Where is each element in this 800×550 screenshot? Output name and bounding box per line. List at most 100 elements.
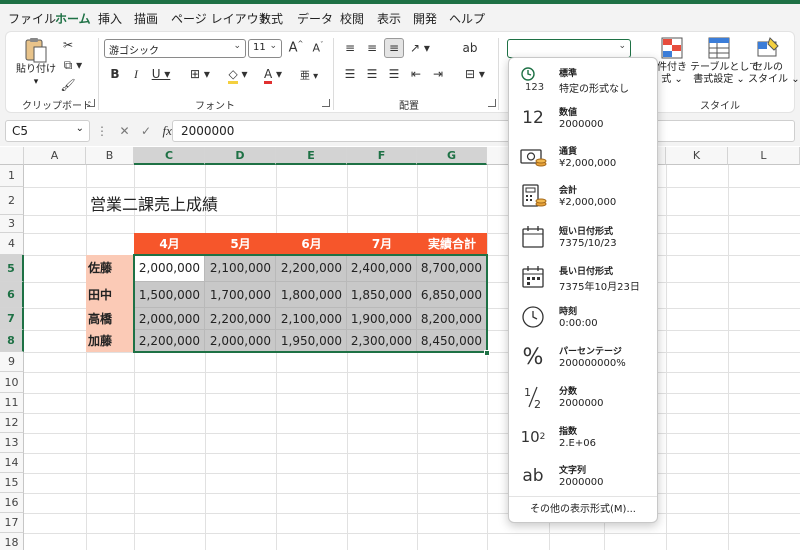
row-header-2[interactable]: 2 xyxy=(0,187,24,215)
orientation-button[interactable]: ↗ ▾ xyxy=(406,38,434,58)
format-option-currency[interactable]: 通貨 ¥2,000,000 xyxy=(509,138,657,177)
font-color-button[interactable]: A ▾ xyxy=(258,64,288,84)
value-cell[interactable]: 2,000,000 xyxy=(205,330,276,352)
row-header-5[interactable]: 5 xyxy=(0,255,24,282)
header-cell-jun[interactable]: 6月 xyxy=(276,233,347,255)
clipboard-launcher-icon[interactable] xyxy=(87,99,95,107)
font-name-combo[interactable]: 游ゴシック ⌄ xyxy=(104,39,246,58)
tab-data[interactable]: データ xyxy=(297,10,333,27)
value-cell[interactable]: 2,100,000 xyxy=(205,255,276,282)
row-header-18[interactable]: 18 xyxy=(0,533,24,550)
column-header-e[interactable]: E xyxy=(276,147,347,165)
more-number-formats-link[interactable]: その他の表示形式(M)... xyxy=(509,496,657,522)
row-header-16[interactable]: 16 xyxy=(0,493,24,513)
tab-developer[interactable]: 開発 xyxy=(413,10,437,27)
paste-button[interactable]: 貼り付け ▾ xyxy=(16,36,56,92)
tab-formulas[interactable]: 数式 xyxy=(259,10,283,27)
sheet-title[interactable]: 営業二課売上成績 xyxy=(90,191,218,215)
row-header-4[interactable]: 4 xyxy=(0,233,24,255)
column-header-b[interactable]: B xyxy=(86,147,134,165)
column-header-d[interactable]: D xyxy=(205,147,276,165)
tab-insert[interactable]: 挿入 xyxy=(98,10,122,27)
value-cell[interactable]: 1,950,000 xyxy=(276,330,347,352)
header-cell-jul[interactable]: 7月 xyxy=(347,233,417,255)
format-option-long-date[interactable]: 長い日付形式 7375年10月23日 xyxy=(509,258,657,297)
header-cell-apr[interactable]: 4月 xyxy=(134,233,205,255)
confirm-icon[interactable]: ✓ xyxy=(141,124,151,138)
tab-file[interactable]: ファイル xyxy=(8,10,56,27)
borders-button[interactable]: ⊞ ▾ xyxy=(184,64,216,84)
active-cell[interactable]: 2,000,000 xyxy=(134,255,205,282)
value-cell[interactable]: 1,800,000 xyxy=(276,282,347,308)
row-header-14[interactable]: 14 xyxy=(0,453,24,473)
value-cell[interactable]: 2,200,000 xyxy=(205,308,276,330)
row-header-17[interactable]: 17 xyxy=(0,513,24,533)
value-cell[interactable]: 2,300,000 xyxy=(347,330,417,352)
insert-function-icon[interactable]: fx xyxy=(162,123,171,138)
name-cell[interactable]: 加藤 xyxy=(86,330,134,352)
decrease-indent-button[interactable]: ⇤ xyxy=(406,64,426,84)
merge-center-button[interactable]: ⊟ ▾ xyxy=(460,64,490,84)
wrap-text-button[interactable]: ab xyxy=(460,38,480,58)
cancel-icon[interactable]: ✕ xyxy=(119,124,129,138)
row-header-1[interactable]: 1 xyxy=(0,165,24,187)
name-cell[interactable]: 高橋 xyxy=(86,308,134,330)
value-cell[interactable]: 1,700,000 xyxy=(205,282,276,308)
phonetic-button[interactable]: 亜 ▾ xyxy=(296,64,322,84)
name-cell[interactable]: 佐藤 xyxy=(86,255,134,282)
row-header-15[interactable]: 15 xyxy=(0,473,24,493)
row-header-3[interactable]: 3 xyxy=(0,215,24,233)
value-cell[interactable]: 2,200,000 xyxy=(134,330,205,352)
row-header-11[interactable]: 11 xyxy=(0,393,24,413)
row-header-7[interactable]: 7 xyxy=(0,308,24,330)
name-cell[interactable]: 田中 xyxy=(86,282,134,308)
bold-button[interactable]: B xyxy=(105,64,125,84)
column-header-l[interactable]: L xyxy=(728,147,800,165)
total-cell[interactable]: 8,450,000 xyxy=(417,330,487,352)
increase-indent-button[interactable]: ⇥ xyxy=(428,64,448,84)
format-option-percentage[interactable]: % パーセンテージ 200000000% xyxy=(509,338,657,377)
format-option-accounting[interactable]: 会計 ¥2,000,000 xyxy=(509,177,657,216)
row-header-9[interactable]: 9 xyxy=(0,352,24,372)
row-header-8[interactable]: 8 xyxy=(0,330,24,352)
value-cell[interactable]: 2,100,000 xyxy=(276,308,347,330)
format-option-scientific[interactable]: 10 2 指数 2.E+06 xyxy=(509,418,657,457)
row-header-6[interactable]: 6 xyxy=(0,282,24,308)
format-option-general[interactable]: 123 標準 特定の形式なし xyxy=(509,60,657,99)
alignment-launcher-icon[interactable] xyxy=(488,99,496,107)
column-header-c[interactable]: C xyxy=(134,147,205,165)
align-middle-button[interactable]: ≡ xyxy=(362,38,382,58)
format-option-text[interactable]: ab 文字列 2000000 xyxy=(509,457,657,496)
worksheet[interactable]: A B C D E F G H I J K L 1 2 3 4 5 6 7 8 … xyxy=(0,147,800,550)
header-cell-may[interactable]: 5月 xyxy=(205,233,276,255)
italic-button[interactable]: I xyxy=(126,64,146,84)
cell-styles-button[interactable]: セルの スタイル ⌄ xyxy=(748,36,800,86)
font-launcher-icon[interactable] xyxy=(322,99,330,107)
header-cell-total[interactable]: 実績合計 xyxy=(417,233,487,255)
align-left-button[interactable]: ☰ xyxy=(340,64,360,84)
column-header-g[interactable]: G xyxy=(417,147,487,165)
total-cell[interactable]: 8,700,000 xyxy=(417,255,487,282)
align-right-button[interactable]: ☰ xyxy=(384,64,404,84)
formula-input[interactable]: 2000000 xyxy=(172,120,795,142)
total-cell[interactable]: 8,200,000 xyxy=(417,308,487,330)
font-size-combo[interactable]: 11 ⌄ xyxy=(248,39,282,58)
value-cell[interactable]: 1,850,000 xyxy=(347,282,417,308)
conditional-formatting-button[interactable]: 件付き 式 ⌄ xyxy=(652,36,692,86)
align-bottom-button[interactable]: ≡ xyxy=(384,38,404,58)
format-option-fraction[interactable]: 1 2 分数 2000000 xyxy=(509,378,657,417)
value-cell[interactable]: 1,900,000 xyxy=(347,308,417,330)
value-cell[interactable]: 2,200,000 xyxy=(276,255,347,282)
format-as-table-button[interactable]: テーブルとして 書式設定 ⌄ xyxy=(690,36,759,86)
tab-home[interactable]: ホーム xyxy=(55,10,91,33)
align-center-button[interactable]: ☰ xyxy=(362,64,382,84)
fill-color-button[interactable]: ◇ ▾ xyxy=(222,64,254,84)
column-header-a[interactable]: A xyxy=(24,147,86,165)
tab-draw[interactable]: 描画 xyxy=(134,10,158,27)
copy-button[interactable]: ⧉ ▾ xyxy=(58,55,88,75)
select-all-corner[interactable] xyxy=(0,147,24,165)
tab-view[interactable]: 表示 xyxy=(377,10,401,27)
more-icon[interactable]: ⋮ xyxy=(96,124,108,138)
column-header-k[interactable]: K xyxy=(666,147,728,165)
align-top-button[interactable]: ≡ xyxy=(340,38,360,58)
